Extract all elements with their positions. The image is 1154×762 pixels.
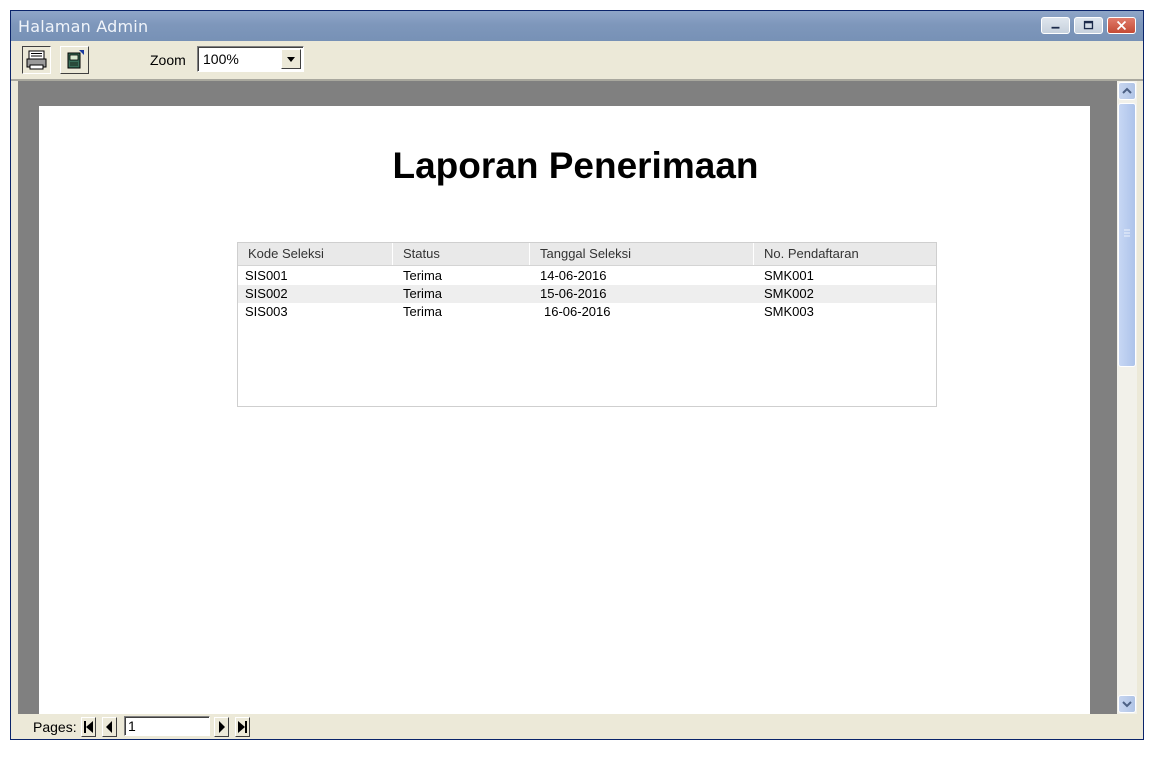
column-header-status: Status: [393, 243, 530, 265]
window-title: Halaman Admin: [18, 17, 149, 36]
previous-page-icon: [106, 721, 112, 733]
minimize-icon: [1051, 26, 1060, 29]
maximize-button[interactable]: [1074, 17, 1103, 34]
cell-status: Terima: [403, 268, 443, 283]
next-page-button[interactable]: [214, 717, 229, 737]
previous-page-button[interactable]: [102, 717, 117, 737]
page-number-input[interactable]: [124, 716, 210, 736]
next-page-icon: [219, 721, 225, 733]
scroll-down-button[interactable]: [1118, 695, 1136, 713]
table-row: SIS001 Terima 14-06-2016 SMK001: [238, 267, 936, 285]
cell-kode-seleksi: SIS002: [245, 286, 288, 301]
minimize-button[interactable]: [1041, 17, 1070, 34]
cell-status: Terima: [403, 286, 443, 301]
cell-no-pendaftaran: SMK002: [764, 286, 814, 301]
zoom-dropdown-arrow-icon[interactable]: [281, 49, 301, 69]
chevron-down-icon: [1122, 701, 1132, 708]
grip-icon: [1124, 229, 1130, 237]
last-page-icon: [238, 721, 247, 733]
printer-icon: [26, 50, 47, 70]
scroll-up-button[interactable]: [1118, 82, 1136, 100]
print-button[interactable]: [22, 46, 51, 74]
column-header-kode-seleksi: Kode Seleksi: [238, 243, 393, 265]
export-button[interactable]: [60, 46, 89, 74]
scroll-thumb[interactable]: [1118, 103, 1136, 367]
close-button[interactable]: [1107, 17, 1136, 34]
last-page-button[interactable]: [235, 717, 250, 737]
cell-no-pendaftaran: SMK001: [764, 268, 814, 283]
table-row: SIS002 Terima 15-06-2016 SMK002: [238, 285, 936, 303]
cell-tanggal-seleksi: 14-06-2016: [540, 268, 607, 283]
cell-tanggal-seleksi: 15-06-2016: [540, 286, 607, 301]
table-header: Kode Seleksi Status Tanggal Seleksi No. …: [238, 243, 936, 266]
zoom-value: 100%: [203, 51, 239, 67]
vertical-scrollbar[interactable]: [1117, 81, 1137, 714]
close-icon: [1116, 20, 1127, 31]
first-page-icon: [84, 721, 93, 733]
cell-status: Terima: [403, 304, 443, 319]
export-icon: [67, 50, 84, 69]
page-navigation-bar: Pages:: [11, 714, 1143, 739]
report-page: [39, 106, 1090, 714]
report-title: Laporan Penerimaan: [392, 145, 759, 186]
cell-tanggal-seleksi: 16-06-2016: [544, 304, 611, 319]
report-viewport[interactable]: Laporan Penerimaan Kode Seleksi Status T…: [18, 81, 1117, 714]
column-header-tanggal-seleksi: Tanggal Seleksi: [530, 243, 754, 265]
cell-no-pendaftaran: SMK003: [764, 304, 814, 319]
table-row: SIS003 Terima 16-06-2016 SMK003: [238, 303, 936, 321]
pages-label: Pages:: [33, 719, 77, 735]
first-page-button[interactable]: [81, 717, 96, 737]
toolbar: Zoom 100%: [11, 41, 1143, 81]
report-viewer-window: Halaman Admin Zoom 100% Laporan Penerima…: [10, 10, 1144, 740]
title-bar[interactable]: Halaman Admin: [11, 11, 1143, 41]
zoom-select[interactable]: 100%: [197, 46, 304, 72]
cell-kode-seleksi: SIS001: [245, 268, 288, 283]
zoom-label: Zoom: [150, 52, 186, 68]
chevron-up-icon: [1122, 87, 1132, 94]
window-right-edge: [1137, 81, 1143, 739]
cell-kode-seleksi: SIS003: [245, 304, 288, 319]
report-table: Kode Seleksi Status Tanggal Seleksi No. …: [237, 242, 937, 407]
column-header-no-pendaftaran: No. Pendaftaran: [764, 246, 859, 261]
maximize-icon: [1083, 20, 1094, 30]
